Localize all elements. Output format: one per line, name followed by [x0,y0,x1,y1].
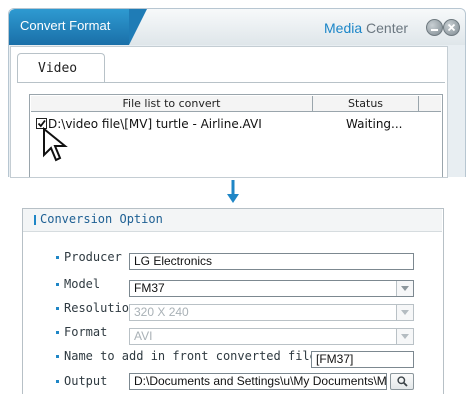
close-icon [447,23,456,32]
conversion-option-title: Conversion Option [40,212,163,226]
producer-value: LG Electronics [134,254,213,268]
close-button[interactable] [443,19,460,36]
column-header-status[interactable]: Status [313,96,419,112]
tab-video[interactable]: Video [17,53,105,83]
window-title: Convert Format [20,18,111,33]
column-header-file[interactable]: File list to convert [31,96,313,112]
browse-button[interactable] [390,373,414,390]
model-label: Model [64,277,101,291]
mouse-cursor-icon [43,127,68,162]
name-prefix-field[interactable]: [FM37] [311,351,414,368]
format-label: Format [64,325,108,339]
output-label: Output [64,374,108,388]
format-value: AVI [134,329,153,343]
model-dropdown[interactable]: FM37 [129,280,414,297]
output-value: D:\Documents and Settings\u\My Documents… [134,374,387,388]
minimize-button[interactable] [426,19,443,36]
media-center-logo: Media Center [324,20,408,36]
file-status: Waiting... [346,117,403,131]
chevron-down-icon [401,310,409,315]
resolution-label: Resolution [64,301,137,315]
model-value: FM37 [134,281,165,295]
producer-label: Producer [64,250,122,264]
search-icon [397,376,408,387]
resolution-dropdown-button[interactable] [396,305,413,320]
model-dropdown-button[interactable] [396,281,413,296]
file-path[interactable]: D:\video file\[MV] turtle - Airline.AVI [48,117,262,131]
title-bar: Convert Format Media Center [9,9,465,45]
tab-divider [17,82,445,83]
brand-center: Center [362,20,409,36]
file-list: File list to convert Status [29,94,443,177]
chevron-down-icon [401,286,409,291]
section-marker [34,215,36,225]
resolution-dropdown[interactable]: 320 X 240 [129,304,414,321]
output-field[interactable]: D:\Documents and Settings\u\My Documents… [129,373,387,390]
format-dropdown-button[interactable] [396,329,413,344]
tab-video-label: Video [38,61,78,76]
name-prefix-label: Name to add in front converted file name [64,349,353,363]
column-header-blank [419,96,441,112]
format-dropdown[interactable]: AVI [129,328,414,345]
arrow-down-icon [227,180,239,203]
producer-field[interactable]: LG Electronics [129,253,414,270]
resolution-value: 320 X 240 [134,305,189,319]
brand-media: Media [324,20,363,36]
chevron-down-icon [401,334,409,339]
title-tab: Convert Format [9,9,147,45]
minimize-icon [431,29,438,31]
name-prefix-value: [FM37] [316,352,354,366]
